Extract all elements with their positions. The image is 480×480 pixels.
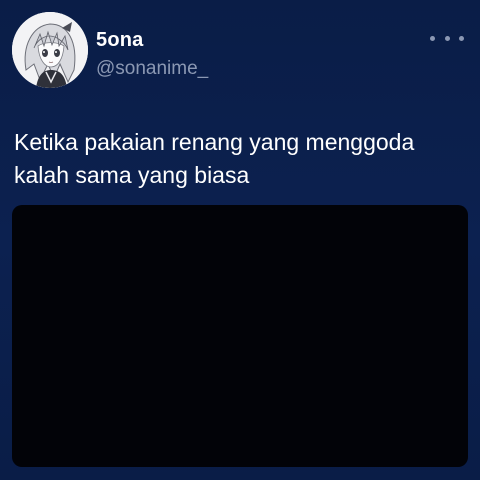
- more-options-button[interactable]: [430, 30, 464, 46]
- handle[interactable]: @sonanime_: [96, 58, 208, 80]
- anime-avatar-icon: [12, 12, 88, 88]
- tweet-header: 5ona @sonanime_: [12, 12, 468, 88]
- tweet-text-line-2: kalah sama yang biasa: [14, 162, 250, 188]
- more-horizontal-icon-dot-2: [444, 35, 450, 41]
- display-name[interactable]: 5ona: [96, 29, 143, 52]
- more-horizontal-icon: [430, 35, 435, 41]
- tweet-text-line-1: Ketika pakaian renang yang menggoda: [14, 129, 415, 155]
- tweet-media[interactable]: [12, 205, 468, 467]
- avatar[interactable]: [12, 12, 88, 88]
- tweet-screen: 5ona @sonanime_ Ketika pakaian renang ya…: [0, 0, 480, 480]
- more-horizontal-icon-dot-3: [459, 35, 464, 41]
- tweet-text: Ketika pakaian renang yang menggoda kala…: [14, 126, 466, 192]
